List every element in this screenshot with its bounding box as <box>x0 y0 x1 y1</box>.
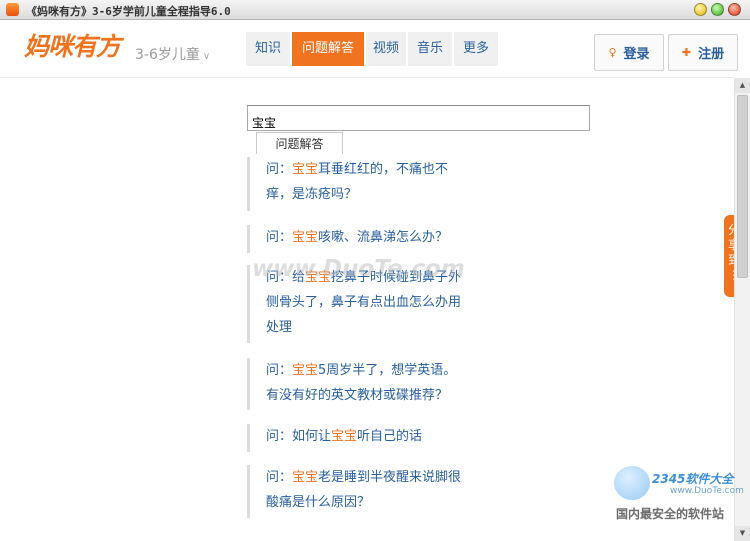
result-prefix: 问： <box>266 363 293 378</box>
result-keyword: 宝宝 <box>292 470 319 485</box>
result-text-line3: 处理 <box>266 320 293 335</box>
tab-video[interactable]: 视频 <box>366 32 406 66</box>
scroll-up-arrow-icon[interactable]: ▲ <box>735 78 750 93</box>
search-input[interactable] <box>248 106 589 130</box>
result-text: 耳垂红红的，不痛也不 <box>318 162 449 177</box>
result-text: 老是睡到半夜醒来说脚很 <box>318 470 462 485</box>
result-keyword: 宝宝 <box>292 363 319 378</box>
tab-knowledge[interactable]: 知识 <box>246 32 290 66</box>
result-item[interactable]: 问：宝宝老是睡到半夜醒来说脚很 酸痛是什么原因？ <box>247 465 477 518</box>
app-icon <box>6 3 19 16</box>
watermark-center: www.DuoTe.com <box>252 256 465 282</box>
app-header: 妈咪有方 3-6岁儿童 ∨ 知识 问题解答 视频 音乐 更多 ♀ 登录 ✚ 注册 <box>0 20 750 78</box>
register-label: 注册 <box>698 47 725 62</box>
result-keyword: 宝宝 <box>292 162 319 177</box>
window-titlebar: 《妈咪有方》3-6岁学前儿童全程指导6.0 <box>0 0 750 20</box>
close-button[interactable] <box>728 3 741 16</box>
user-icon: ♀ <box>608 46 617 59</box>
mascot-icon <box>614 466 650 500</box>
result-prefix: 问： <box>266 230 293 245</box>
age-selector-label: 3-6岁儿童 <box>135 47 200 63</box>
watermark-brand: 2345软件大全 <box>652 472 734 486</box>
header-divider <box>0 77 734 78</box>
age-selector[interactable]: 3-6岁儿童 ∨ <box>135 44 210 64</box>
watermark-slogan: 国内最安全的软件站 <box>616 507 725 521</box>
result-text: 5周岁半了，想学英语。 <box>318 363 457 378</box>
result-keyword: 宝宝 <box>292 230 319 245</box>
watermark-corner: 2345软件大全 www.DuoTe.com 国内最安全的软件站 <box>608 458 750 538</box>
main-nav: 知识 问题解答 视频 音乐 更多 <box>246 32 500 66</box>
register-button[interactable]: ✚ 注册 <box>668 34 738 71</box>
minimize-button[interactable] <box>694 3 707 16</box>
window-title: 《妈咪有方》3-6岁学前儿童全程指导6.0 <box>26 5 231 18</box>
tab-more[interactable]: 更多 <box>454 32 498 66</box>
search-box[interactable] <box>247 105 590 131</box>
chevron-down-icon: ∨ <box>202 51 211 62</box>
plus-icon: ✚ <box>681 46 692 59</box>
result-item[interactable]: 问：宝宝5周岁半了，想学英语。 有没有好的英文教材或碟推荐？ <box>247 358 477 410</box>
result-text-line2: 痒，是冻疮吗？ <box>266 187 358 202</box>
logo[interactable]: 妈咪有方 <box>24 27 121 63</box>
scrollbar-thumb[interactable] <box>737 95 748 278</box>
result-prefix: 问：如何让 <box>266 429 332 444</box>
result-prefix: 问： <box>266 470 293 485</box>
login-label: 登录 <box>623 47 650 62</box>
result-item[interactable]: 问：如何让宝宝听自己的话 <box>247 424 477 452</box>
result-text-line2: 酸痛是什么原因？ <box>266 495 371 510</box>
result-keyword: 宝宝 <box>331 429 358 444</box>
tab-music[interactable]: 音乐 <box>408 32 452 66</box>
login-button[interactable]: ♀ 登录 <box>594 34 664 71</box>
result-text-line2: 有没有好的英文教材或碟推荐？ <box>266 388 449 403</box>
result-prefix: 问： <box>266 162 293 177</box>
tab-qa[interactable]: 问题解答 <box>292 32 364 66</box>
result-text: 听自己的话 <box>357 429 423 444</box>
result-item[interactable]: 问：宝宝耳垂红红的，不痛也不 痒，是冻疮吗？ <box>247 157 477 211</box>
result-text-line2: 侧骨头了，鼻子有点出血怎么办用 <box>266 295 462 310</box>
maximize-button[interactable] <box>711 3 724 16</box>
search-category-tab[interactable]: 问题解答 <box>256 132 343 154</box>
result-text: 咳嗽、流鼻涕怎么办？ <box>318 230 449 245</box>
watermark-site: www.DuoTe.com <box>670 486 744 496</box>
result-item[interactable]: 问：宝宝咳嗽、流鼻涕怎么办？ <box>247 225 477 253</box>
